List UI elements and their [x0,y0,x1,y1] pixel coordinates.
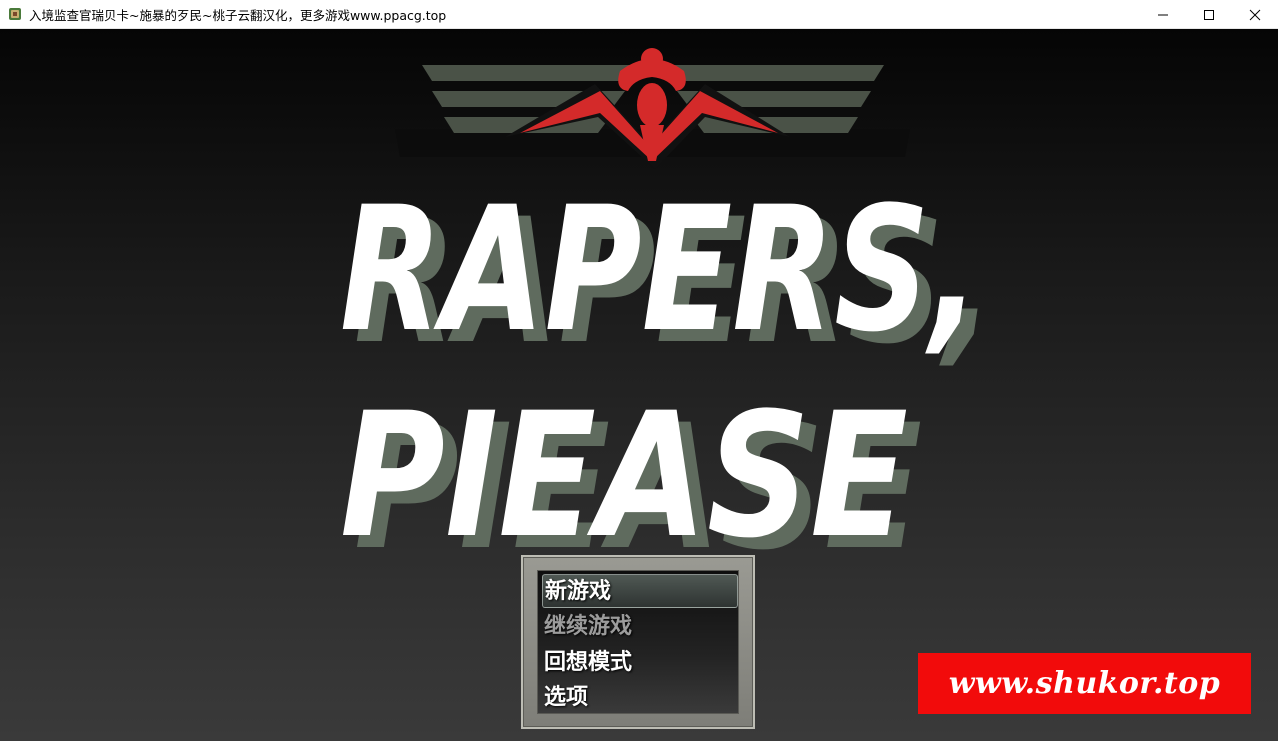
close-icon [1249,9,1261,20]
window-titlebar[interactable]: 入境监查官瑞贝卡~施暴的歹民~桃子云翻汉化，更多游戏www.ppacg.top [0,0,1278,29]
menu-item-continue[interactable]: 继续游戏 [542,610,738,644]
logo-line1: RAPERS, [340,169,980,370]
menu-item-recollection[interactable]: 回想模式 [542,646,738,680]
menu-item-new-game[interactable]: 新游戏 [542,574,738,608]
game-viewport[interactable]: RAPERS, PIEASE RAPERS, PIEASE 新游戏 继续游戏 回… [0,29,1278,741]
watermark-text: www.shukor.top [948,666,1221,701]
logo-line2: PIEASE [340,375,908,576]
minimize-icon [1158,14,1168,15]
minimize-button[interactable] [1140,0,1186,29]
title-menu-list: 新游戏 继续游戏 回想模式 选项 [537,570,739,714]
maximize-button[interactable] [1186,0,1232,29]
menu-item-options[interactable]: 选项 [542,681,738,715]
title-menu-window: 新游戏 继续游戏 回想模式 选项 [521,555,755,729]
app-icon [9,8,21,20]
watermark-banner: www.shukor.top [918,653,1251,714]
window-title: 入境监查官瑞贝卡~施暴的歹民~桃子云翻汉化，更多游戏www.ppacg.top [29,7,447,23]
maximize-icon [1204,9,1214,20]
close-button[interactable] [1232,0,1278,29]
window-controls [1140,0,1278,29]
winged-figure-emblem [395,48,910,169]
